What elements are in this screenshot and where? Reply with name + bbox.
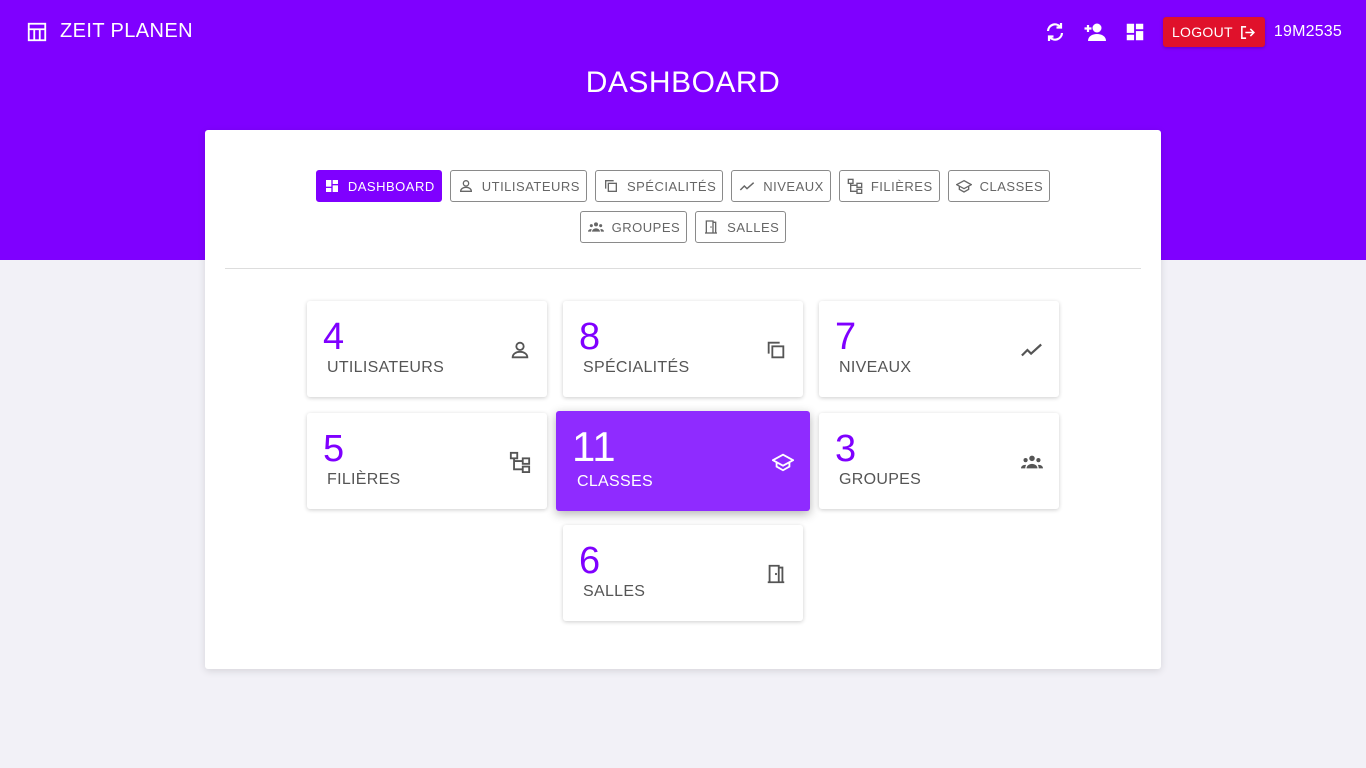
logout-icon (1240, 25, 1255, 39)
stat-count: 11 (572, 423, 616, 470)
page-title: DASHBOARD (585, 66, 781, 99)
stat-card-filieres[interactable]: 5 FILIÈRES (307, 413, 547, 509)
stat-label: FILIÈRES (327, 471, 401, 488)
school-icon (772, 451, 794, 473)
top-actions: LOGOUT 19M2535 (1031, 16, 1342, 48)
stat-label: GROUPES (839, 471, 922, 488)
stat-label: UTILISATEURS (327, 359, 445, 376)
groups-icon (1021, 451, 1043, 473)
tree-icon (847, 178, 863, 194)
dashboard-card: DASHBOARD UTILISATEURS SPÉCIALITÉS NIVEA… (205, 130, 1161, 669)
tab-label: NIVEAUX (763, 178, 824, 194)
tab-niveaux[interactable]: NIVEAUX (731, 170, 831, 202)
logout-button[interactable]: LOGOUT (1162, 17, 1265, 47)
tab-classes[interactable]: CLASSES (947, 170, 1051, 202)
person-icon (458, 178, 474, 194)
copy-icon (603, 178, 619, 194)
table-icon (26, 21, 48, 43)
nav-tabs: DASHBOARD UTILISATEURS SPÉCIALITÉS NIVEA… (205, 170, 1161, 243)
stat-card-groupes[interactable]: 3 GROUPES (819, 413, 1059, 509)
dashboard-icon[interactable] (1119, 16, 1151, 48)
tab-label: SPÉCIALITÉS (626, 178, 717, 194)
stat-label: CLASSES (577, 473, 653, 490)
stat-label: NIVEAUX (839, 359, 912, 376)
dashboard-icon (324, 178, 340, 194)
stat-count: 6 (579, 540, 601, 582)
stat-card-niveaux[interactable]: 7 NIVEAUX (819, 301, 1059, 397)
groups-icon (587, 219, 604, 235)
stat-label: SPÉCIALITÉS (583, 359, 690, 376)
brand[interactable]: ZEIT PLANEN (26, 20, 193, 43)
tab-label: UTILISATEURS (481, 178, 580, 194)
stat-card-classes[interactable]: 11 CLASSES (556, 411, 810, 511)
stat-card-specialites[interactable]: 8 SPÉCIALITÉS (563, 301, 803, 397)
tab-filieres[interactable]: FILIÈRES (838, 170, 940, 202)
stat-count: 7 (835, 316, 857, 358)
door-icon (703, 219, 719, 235)
top-app-bar: ZEIT PLANEN LOGOUT 19M2535 (0, 0, 1366, 64)
divider (225, 268, 1141, 269)
tab-label: GROUPES (611, 219, 681, 235)
tab-label: SALLES (727, 219, 780, 235)
tab-label: FILIÈRES (870, 178, 933, 194)
stat-count: 8 (579, 316, 601, 358)
tree-icon (509, 451, 531, 473)
user-code[interactable]: 19M2535 (1274, 23, 1342, 41)
tab-dashboard[interactable]: DASHBOARD (315, 170, 442, 202)
school-icon (955, 178, 972, 194)
tab-salles[interactable]: SALLES (695, 211, 787, 243)
tab-groupes[interactable]: GROUPES (579, 211, 688, 243)
person-icon (509, 339, 531, 361)
stat-count: 4 (323, 316, 345, 358)
stat-card-utilisateurs[interactable]: 4 UTILISATEURS (307, 301, 547, 397)
tab-utilisateurs[interactable]: UTILISATEURS (449, 170, 587, 202)
trend-icon (739, 178, 755, 194)
copy-icon (765, 339, 787, 361)
app-title: ZEIT PLANEN (60, 20, 193, 42)
door-icon (765, 563, 787, 585)
tab-label: DASHBOARD (347, 178, 435, 194)
logout-label: LOGOUT (1171, 24, 1233, 40)
tab-specialites[interactable]: SPÉCIALITÉS (594, 170, 724, 202)
trend-icon (1021, 339, 1043, 361)
stat-label: SALLES (583, 583, 646, 600)
add-user-icon[interactable] (1079, 16, 1111, 48)
stat-count: 3 (835, 428, 857, 470)
tab-label: CLASSES (979, 178, 1044, 194)
sync-icon[interactable] (1039, 16, 1071, 48)
stat-card-salles[interactable]: 6 SALLES (563, 525, 803, 621)
stat-count: 5 (323, 428, 345, 470)
